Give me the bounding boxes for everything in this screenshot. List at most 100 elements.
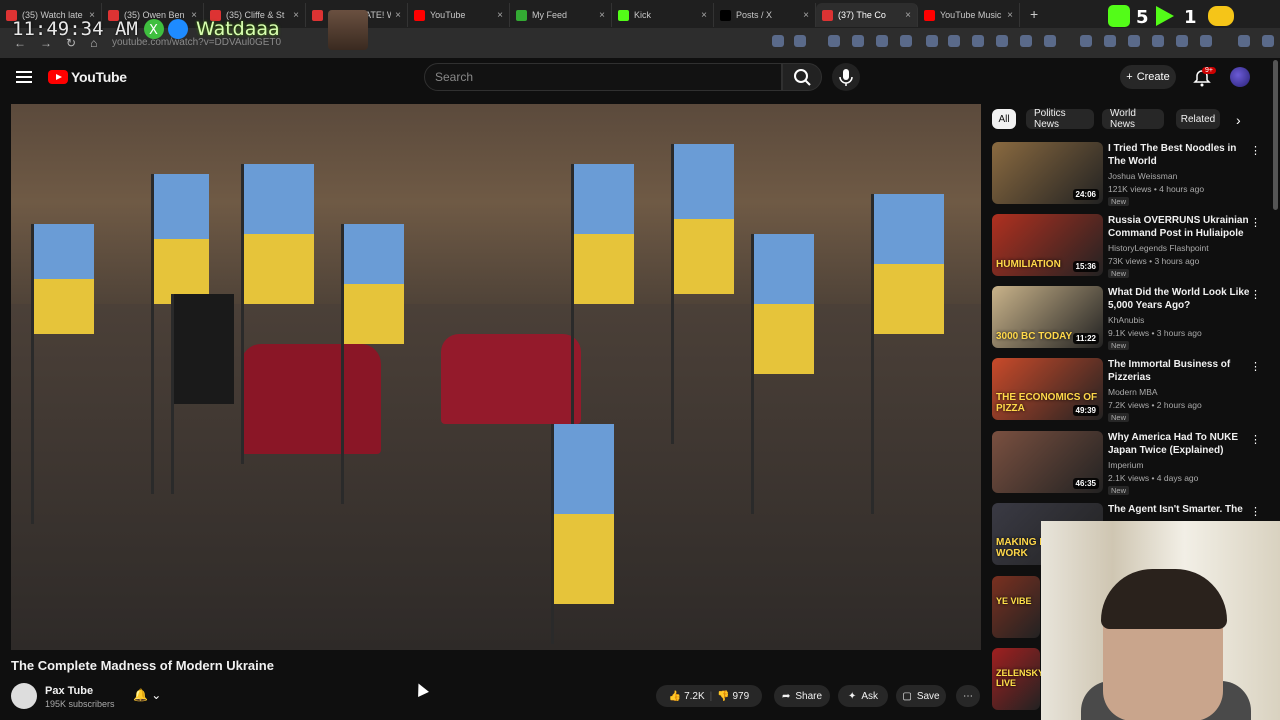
browser-tab-bar: (35) Watch late × (35) Owen Ben × (35) Cliff…: [0, 0, 1280, 28]
account-avatar[interactable]: [1230, 67, 1250, 87]
more-actions-button[interactable]: ⋯: [956, 685, 980, 707]
browser-tab[interactable]: Kick ×: [612, 3, 714, 27]
recommended-video-channel[interactable]: Modern MBA: [1108, 387, 1158, 397]
close-tab-icon[interactable]: ×: [395, 10, 401, 21]
more-options-icon[interactable]: ⋮: [1250, 144, 1261, 157]
recommended-video[interactable]: 24:06 I Tried The Best Noodles in The Wor…: [992, 142, 1272, 208]
video-thumbnail[interactable]: YE VIBE: [992, 576, 1040, 638]
duration-badge: 46:35: [1072, 478, 1099, 489]
dislike-button[interactable]: 👎 979: [717, 691, 749, 702]
channel-name[interactable]: Pax Tube: [45, 685, 93, 697]
recommended-video-title[interactable]: The Agent Isn't Smarter. The: [1108, 503, 1254, 516]
thumbnail-text: HUMILIATION: [996, 259, 1061, 270]
youtube-play-icon: [48, 70, 68, 84]
browser-extension-icon[interactable]: [1104, 35, 1116, 47]
browser-tab[interactable]: My Feed ×: [510, 3, 612, 27]
browser-extension-icon[interactable]: [794, 35, 806, 47]
browser-tab[interactable]: (37) The Co ×: [816, 3, 918, 27]
clock-overlay: 11:49:34 AM: [12, 18, 138, 40]
svg-text:X: X: [149, 23, 158, 38]
recommended-video-title[interactable]: Why America Had To NUKE Japan Twice (Exp…: [1108, 431, 1254, 457]
browser-extension-icon[interactable]: [948, 35, 960, 47]
close-tab-icon[interactable]: ×: [905, 10, 911, 21]
video-thumbnail[interactable]: ZELENSKY LIVE: [992, 648, 1044, 710]
page-scrollbar[interactable]: [1273, 60, 1278, 210]
browser-extension-icon[interactable]: [1080, 35, 1092, 47]
close-tab-icon[interactable]: ×: [803, 10, 809, 21]
video-thumbnail[interactable]: THE ECONOMICS OF PIZZA 49:39: [992, 358, 1103, 420]
subscription-bell-button[interactable]: 🔔 ⌄: [133, 688, 169, 704]
save-button[interactable]: ▢ Save: [896, 685, 946, 707]
more-options-icon[interactable]: ⋮: [1250, 505, 1261, 518]
recommended-video[interactable]: 3000 BC TODAY 11:22 What Did the World Loo…: [992, 286, 1272, 352]
filter-chip[interactable]: World News: [1102, 108, 1164, 130]
close-tab-icon[interactable]: ×: [599, 10, 605, 21]
recommended-video-meta: 2.1K views • 4 days ago: [1108, 473, 1199, 483]
voice-search-button[interactable]: [832, 63, 860, 91]
browser-extension-icon[interactable]: [926, 35, 938, 47]
browser-extension-icon[interactable]: [1262, 35, 1274, 47]
tab-favicon-icon: [618, 9, 629, 21]
more-options-icon[interactable]: ⋮: [1250, 360, 1261, 373]
close-tab-icon[interactable]: ×: [701, 10, 707, 21]
browser-tab[interactable]: Posts / X ×: [714, 3, 816, 27]
browser-extension-icon[interactable]: [1044, 35, 1056, 47]
recommended-video-title[interactable]: I Tried The Best Noodles in The World: [1108, 142, 1254, 168]
close-tab-icon[interactable]: ×: [1007, 10, 1013, 21]
browser-extension-icon[interactable]: [1128, 35, 1140, 47]
channel-avatar[interactable]: [11, 683, 37, 709]
browser-extension-icon[interactable]: [876, 35, 888, 47]
recommended-video[interactable]: THE ECONOMICS OF PIZZA 49:39 The Immortal …: [992, 358, 1272, 424]
recommended-video[interactable]: 46:35 Why America Had To NUKE Japan Twice…: [992, 431, 1272, 497]
recommended-video[interactable]: HUMILIATION 15:36 Russia OVERRUNS Ukrainia…: [992, 214, 1272, 280]
browser-extension-icon[interactable]: [972, 35, 984, 47]
browser-extension-icon[interactable]: [772, 35, 784, 47]
browser-tab[interactable]: YouTube ×: [408, 3, 510, 27]
browser-extension-icon[interactable]: [1176, 35, 1188, 47]
video-thumbnail[interactable]: 46:35: [992, 431, 1103, 493]
browser-extension-icon[interactable]: [1152, 35, 1164, 47]
browser-extension-icon[interactable]: [996, 35, 1008, 47]
video-title: The Complete Madness of Modern Ukraine: [11, 658, 274, 673]
video-thumbnail[interactable]: 24:06: [992, 142, 1103, 204]
browser-tab[interactable]: YouTube Music ×: [918, 3, 1020, 27]
search-input[interactable]: Search: [424, 63, 782, 91]
recommended-video-title[interactable]: What Did the World Look Like 5,000 Years…: [1108, 286, 1254, 312]
more-options-icon[interactable]: ⋮: [1250, 216, 1261, 229]
filter-chip[interactable]: Politics News: [1026, 108, 1094, 130]
video-player[interactable]: [11, 104, 981, 650]
chevron-right-icon[interactable]: ›: [1236, 112, 1241, 128]
filter-chip[interactable]: Related: [1176, 109, 1220, 129]
browser-extension-icon[interactable]: [852, 35, 864, 47]
more-options-icon[interactable]: ⋮: [1250, 288, 1261, 301]
create-button[interactable]: + Create: [1120, 65, 1176, 89]
share-button[interactable]: ➦ Share: [774, 685, 830, 707]
recommended-video-meta: 9.1K views • 3 hours ago: [1108, 328, 1202, 338]
hamburger-menu-icon[interactable]: [16, 68, 32, 84]
browser-extension-icon[interactable]: [828, 35, 840, 47]
more-options-icon[interactable]: ⋮: [1250, 433, 1261, 446]
browser-extension-icon[interactable]: [1238, 35, 1250, 47]
like-button[interactable]: 👍 7.2K: [669, 691, 705, 702]
recommended-video-channel[interactable]: KhAnubis: [1108, 315, 1144, 325]
recommended-video-title[interactable]: The Immortal Business of Pizzerias: [1108, 358, 1254, 384]
recommended-video-title[interactable]: Russia OVERRUNS Ukrainian Command Post i…: [1108, 214, 1254, 240]
dislike-count: 979: [732, 690, 750, 702]
close-tab-icon[interactable]: ×: [293, 10, 299, 21]
video-thumbnail[interactable]: HUMILIATION 15:36: [992, 214, 1103, 276]
filter-chip[interactable]: All: [992, 109, 1016, 129]
ask-button[interactable]: ✦ Ask: [838, 685, 888, 707]
recommended-video-channel[interactable]: HistoryLegends Flashpoint: [1108, 243, 1209, 253]
youtube-logo[interactable]: YouTube: [48, 69, 127, 85]
close-tab-icon[interactable]: ×: [497, 10, 503, 21]
new-badge: New: [1108, 413, 1130, 422]
browser-extension-icon[interactable]: [1200, 35, 1212, 47]
search-button[interactable]: [782, 63, 822, 91]
recommended-video-channel[interactable]: Imperium: [1108, 460, 1143, 470]
video-thumbnail[interactable]: 3000 BC TODAY 11:22: [992, 286, 1103, 348]
new-tab-button[interactable]: +: [1030, 6, 1038, 22]
browser-extension-icon[interactable]: [900, 35, 912, 47]
recommended-video-channel[interactable]: Joshua Weissman: [1108, 171, 1177, 181]
browser-extension-icon[interactable]: [1020, 35, 1032, 47]
new-badge: New: [1108, 269, 1130, 278]
